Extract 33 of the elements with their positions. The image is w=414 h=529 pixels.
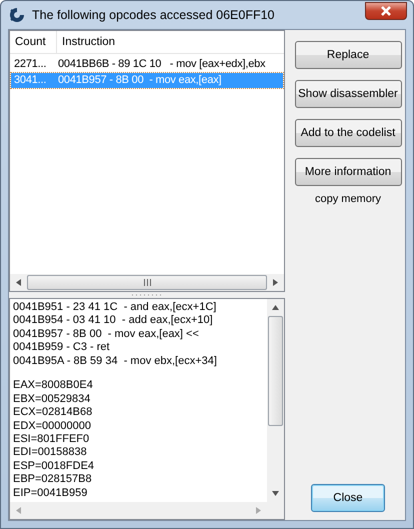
register-line: ESP=0018FDE4 — [13, 460, 96, 474]
register-line: EBX=00529834 — [13, 392, 92, 406]
horizontal-scrollbar[interactable] — [10, 274, 284, 291]
register-line: ESI=801FFEF0 — [13, 432, 90, 446]
column-header[interactable]: Count — [10, 31, 57, 53]
column-header[interactable]: Instruction — [57, 31, 120, 53]
action-button[interactable]: More information — [294, 158, 402, 186]
disassembly-line: 0041B95A - 8B 59 34 - mov ebx,[ecx+34] — [13, 354, 218, 368]
disassembly-line: 0041B959 - C3 - ret — [13, 341, 111, 355]
register-line: EAX=8008B0E4 — [13, 379, 94, 393]
close-icon[interactable] — [365, 2, 407, 20]
register-line: EDI=00158838 — [13, 446, 88, 460]
right-arrow-icon[interactable] — [273, 279, 278, 286]
register-line: EIP=0041B959 — [13, 486, 88, 500]
register-line: EDX=00000000 — [13, 420, 92, 433]
disassembly-line: 0041B957 - 8B 00 - mov eax,[eax] << — [13, 328, 200, 342]
disassembly-line: 0041B951 - 23 41 1C - and eax,[ecx+1C] — [13, 301, 218, 314]
disassembly-line: 0041B954 - 03 41 10 - add eax,[ecx+10] — [13, 314, 214, 328]
copy-memory-label[interactable]: copy memory — [314, 193, 382, 205]
grip-icon — [144, 279, 150, 286]
register-line: EBP=028157B8 — [13, 473, 93, 487]
details-text-area[interactable] — [9, 298, 285, 520]
action-button[interactable]: Replace — [294, 41, 402, 69]
action-button[interactable]: Show disassembler — [294, 80, 402, 108]
vertical-scrollbar[interactable] — [267, 299, 284, 502]
down-arrow-icon[interactable] — [272, 491, 279, 496]
register-line: ECX=02814B68 — [13, 406, 94, 420]
close-button[interactable]: Close — [311, 484, 385, 512]
up-arrow-icon[interactable] — [272, 305, 279, 310]
list-row[interactable]: 2271... 0041BB6B - 89 1C 10 - mov [eax+edx],ebx — [11, 57, 283, 72]
window-title: The following opcodes accessed 06E0FF10 — [32, 8, 276, 22]
left-arrow-icon[interactable] — [16, 279, 21, 286]
action-button[interactable]: Add to the codelist — [294, 119, 402, 147]
